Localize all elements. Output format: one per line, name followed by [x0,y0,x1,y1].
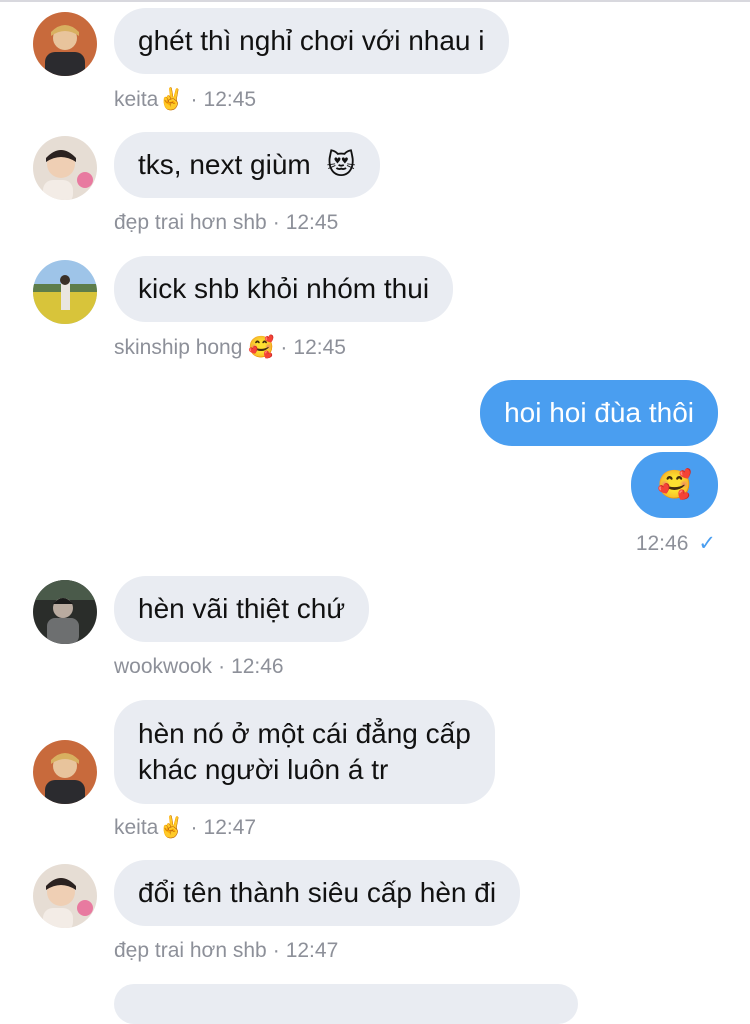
sender-name: đẹp trai hơn shb [114,939,267,962]
check-icon: ✓ [698,531,716,555]
sender-name: skinship hong [114,336,243,359]
sender-name: đẹp trai hơn shb [114,211,267,234]
message-time: 12:45 [293,336,346,359]
message-text: ghét thì nghỉ chơi với nhau i [138,25,485,56]
outgoing-emoji-bubble[interactable]: 🥰 [631,452,718,518]
sender-name: keita [114,816,159,839]
avatar-dep-trai-hon-shb[interactable] [33,864,97,928]
message-text: kick shb khỏi nhóm thui [138,273,430,304]
message-time: 12:46 [231,655,284,678]
message-bubble[interactable]: hèn vãi thiệt chứ [114,576,370,642]
message-meta: đẹp trai hơn shb · 12:45 [114,211,339,234]
message-bubble-partial[interactable] [114,984,578,1024]
message-time: 12:46 [635,532,689,555]
sender-name: wookwook [114,655,213,678]
message-bubble[interactable]: ghét thì nghỉ chơi với nhau i [114,8,509,74]
message-bubble[interactable]: hèn nó ở một cái đẳng cấp khác người luô… [114,700,495,804]
outgoing-message-bubble[interactable]: hoi hoi đùa thôi [480,380,718,446]
message-emoji: 😻 [326,148,356,181]
message-meta: skinship hong 🥰 · 12:45 [114,335,346,359]
message-text: tks, next giùm [138,149,311,180]
message-bubble[interactable]: tks, next giùm 😻 [114,132,380,198]
outgoing-meta: 12:46 ✓ [636,531,716,556]
avatar-dep-trai-hon-shb[interactable] [33,136,97,200]
message-time: 12:45 [285,211,339,234]
message-meta: wookwook · 12:46 [114,655,284,678]
message-text-line: hèn nó ở một cái đẳng cấp [138,718,471,749]
message-meta: đẹp trai hơn shb · 12:47 [114,939,339,962]
avatar-wookwook[interactable] [33,580,97,644]
avatar-keita[interactable] [33,12,97,76]
message-text: hèn vãi thiệt chứ [138,593,346,624]
sender-emoji: ✌️ [158,815,185,839]
message-meta: keita✌️ · 12:47 [114,815,257,839]
message-meta: keita✌️ · 12:45 [114,87,257,111]
message-time: 12:45 [203,88,257,111]
avatar-skinship-hong[interactable] [33,260,97,324]
avatar-keita[interactable] [33,740,97,804]
sender-emoji: 🥰 [248,335,275,359]
message-text: hoi hoi đùa thôi [504,397,694,428]
top-divider [0,0,750,2]
message-time: 12:47 [285,939,339,962]
message-time: 12:47 [203,816,257,839]
message-emoji: 🥰 [657,468,692,501]
message-bubble[interactable]: đổi tên thành siêu cấp hèn đi [114,860,521,926]
message-text-line: khác người luôn á tr [138,754,389,785]
sender-emoji: ✌️ [158,87,185,111]
message-text: đổi tên thành siêu cấp hèn đi [138,877,497,908]
message-bubble[interactable]: kick shb khỏi nhóm thui [114,256,454,322]
sender-name: keita [114,88,159,111]
